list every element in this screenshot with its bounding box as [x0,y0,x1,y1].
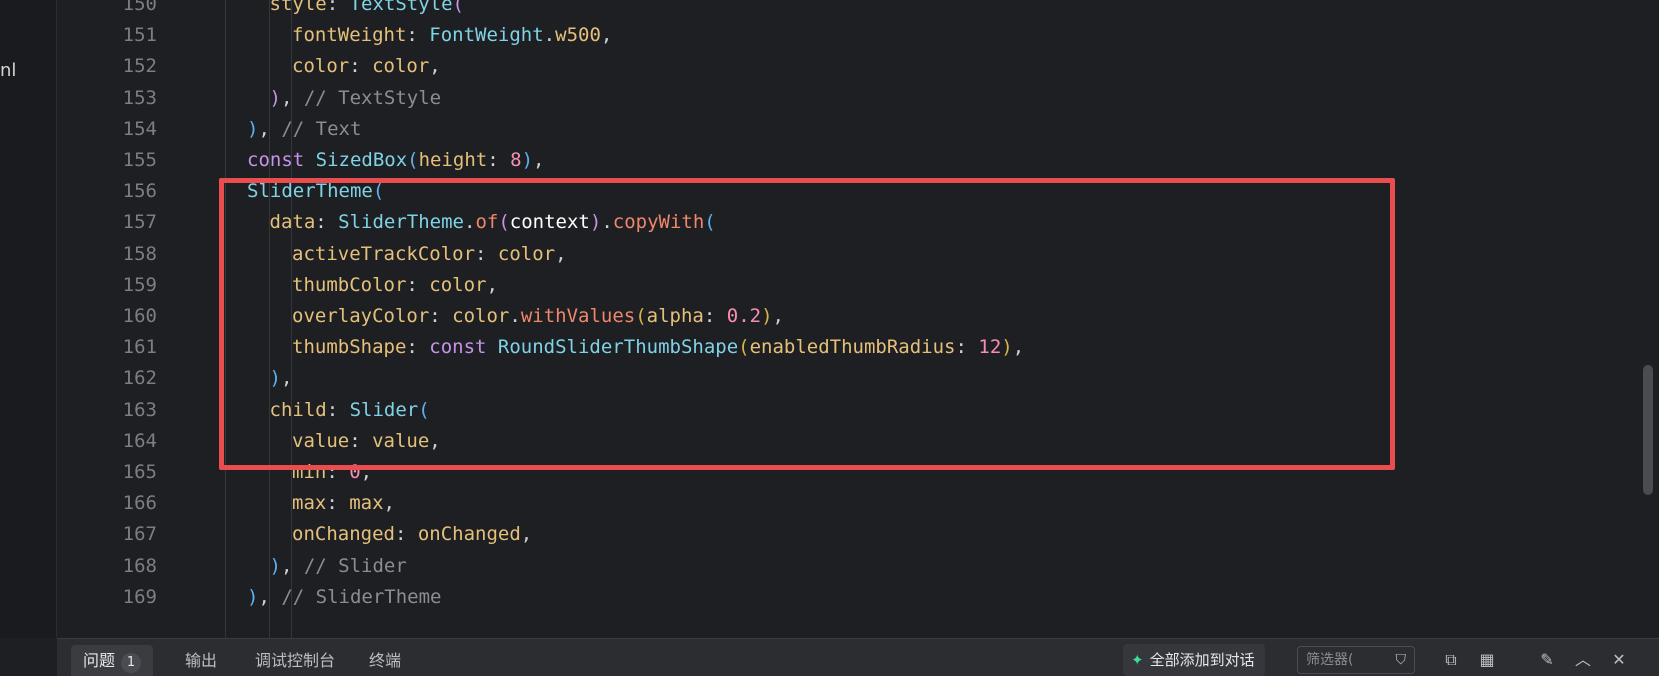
line-number: 150 [122,0,157,15]
line-number: 151 [122,24,157,47]
line-number: 165 [122,461,157,483]
scrollbar-thumb[interactable] [1643,365,1653,495]
code-text: onChanged: onChanged, [292,523,533,546]
problems-count-badge: 1 [121,653,142,673]
filter-icon[interactable]: ⛉ [1396,647,1407,673]
line-number: 153 [122,86,157,109]
close-icon[interactable]: ✕ [1605,646,1633,674]
tab-debug-console[interactable]: 调试控制台 [243,645,347,676]
editor-scrollbar[interactable] [1637,0,1659,638]
code-editor[interactable]: 150 style: TextStyle( 151 fontWeight: FontW… [57,0,1637,638]
highlight-box [219,178,1395,470]
code-text: style: TextStyle( [269,0,465,15]
line-number: 156 [122,180,157,203]
tab-problems[interactable]: 问题 1 [71,645,154,676]
sidebar-text-fragment: nl [0,60,17,81]
tab-label: 问题 [83,651,116,670]
code-text: color: color, [292,55,441,78]
tab-label: 输出 [185,651,218,670]
code-text: const SizedBox(height: 8), [247,149,545,171]
line-number: 167 [122,523,157,546]
code-line[interactable]: 167 onChanged: onChanged, [57,518,1637,551]
line-number: 157 [122,211,157,234]
code-line[interactable]: 155 const SizedBox(height: 8), [57,144,1637,177]
filter-input[interactable]: 筛选器( ⛉ [1297,646,1415,674]
tab-label: 调试控制台 [255,651,336,670]
tab-label: 终端 [369,651,402,670]
line-number: 163 [122,398,157,421]
line-number: 154 [122,117,157,140]
layout-icon[interactable]: ▦ [1473,646,1501,674]
code-text: ), // Slider [269,554,407,577]
line-number: 169 [122,585,157,608]
code-line[interactable]: 150 style: TextStyle( [57,0,1637,21]
activity-bar: nl [0,0,57,638]
code-line[interactable]: 153 ), // TextStyle [57,82,1637,115]
line-number: 160 [122,305,157,327]
code-text: fontWeight: FontWeight.w500, [292,24,613,47]
line-number: 158 [122,242,157,265]
code-line[interactable]: 154 ), // Text [57,113,1637,146]
line-number: 168 [122,554,157,577]
add-all-label: 全部添加到对话 [1149,651,1255,669]
line-number: 166 [122,492,157,515]
line-number: 162 [122,367,157,390]
line-number: 152 [122,55,157,78]
sparkle-icon: ✦ [1131,651,1144,669]
code-text: max: max, [292,492,395,515]
edit-icon[interactable]: ✎ [1533,646,1561,674]
code-line[interactable]: 152 color: color, [57,50,1637,83]
code-line[interactable]: 169 ), // SliderTheme [57,581,1637,614]
code-line[interactable]: 168 ), // Slider [57,550,1637,583]
line-number: 161 [122,336,157,359]
filter-placeholder: 筛选器( [1306,652,1354,668]
add-all-to-chat-button[interactable]: ✦ 全部添加到对话 [1123,644,1265,676]
line-number: 164 [122,429,157,452]
bottom-panel: 问题 1 输出 调试控制台 终端 ✦ 全部添加到对话 筛选器( ⛉ ⧉ ▦ ✎ ︿ … [57,638,1659,676]
line-number: 155 [122,149,157,171]
code-text: ), // TextStyle [269,86,442,109]
code-text: ), // Text [247,117,362,140]
code-text: ), // SliderTheme [247,585,442,608]
chevron-up-icon[interactable]: ︿ [1569,646,1597,674]
tab-output[interactable]: 输出 [173,645,229,676]
code-line[interactable]: 166 max: max, [57,487,1637,520]
line-number: 159 [122,273,157,296]
code-line[interactable]: 151 fontWeight: FontWeight.w500, [57,19,1637,52]
tab-terminal[interactable]: 终端 [357,645,413,676]
copy-icon[interactable]: ⧉ [1437,646,1465,674]
